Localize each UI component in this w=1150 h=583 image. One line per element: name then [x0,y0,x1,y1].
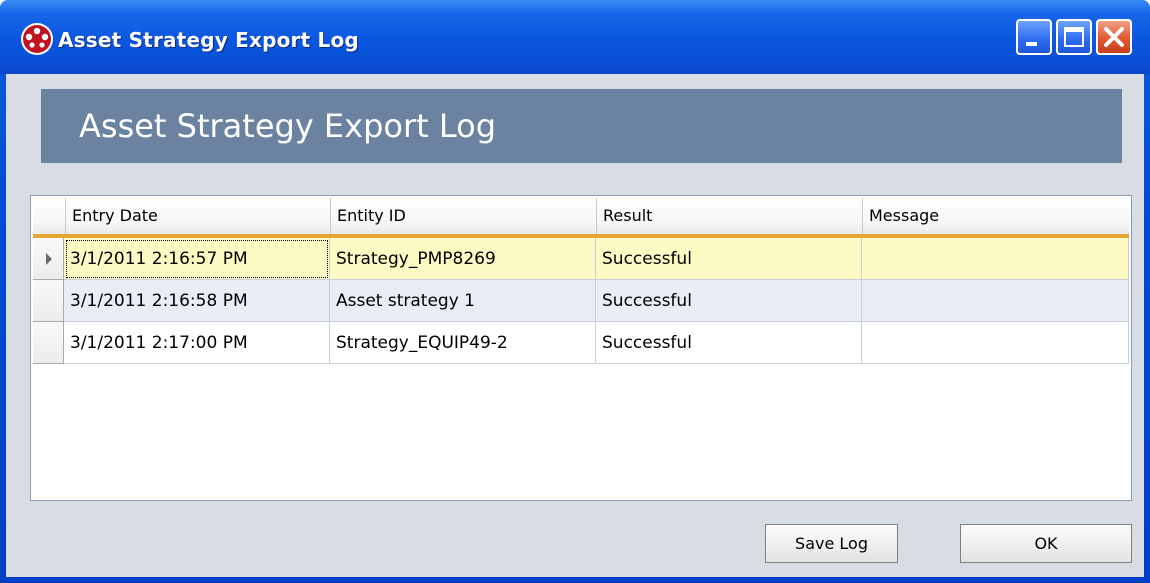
maximize-icon [1064,27,1084,47]
export-log-grid[interactable]: Entry Date Entity ID Result Message 3/1/… [30,195,1132,501]
ok-button[interactable]: OK [960,524,1132,563]
maximize-button[interactable] [1056,19,1092,55]
close-icon [1104,27,1124,47]
cell-entry-date[interactable]: 3/1/2011 2:16:58 PM [64,280,330,322]
cell-message[interactable] [862,280,1129,322]
table-row[interactable]: 3/1/2011 2:16:58 PM Asset strategy 1 Suc… [33,280,1129,322]
table-row[interactable]: 3/1/2011 2:16:57 PM Strategy_PMP8269 Suc… [33,238,1129,280]
grid-header-row: Entry Date Entity ID Result Message [33,198,1129,238]
row-selector[interactable] [33,280,64,322]
table-row[interactable]: 3/1/2011 2:17:00 PM Strategy_EQUIP49-2 S… [33,322,1129,364]
cell-message[interactable] [862,322,1129,364]
cell-result[interactable]: Successful [596,238,862,280]
window-title: Asset Strategy Export Log [58,28,359,52]
cell-entry-date[interactable]: 3/1/2011 2:17:00 PM [64,322,330,364]
page-title: Asset Strategy Export Log [79,107,496,145]
cell-result[interactable]: Successful [596,280,862,322]
cell-result[interactable]: Successful [596,322,862,364]
row-indicator-header [33,198,65,234]
cell-message[interactable] [862,238,1129,280]
minimize-icon [1026,42,1037,46]
app-logo-icon [21,23,53,55]
title-bar[interactable]: Asset Strategy Export Log [0,0,1150,74]
cell-entity-id[interactable]: Strategy_PMP8269 [330,238,596,280]
cell-entity-id[interactable]: Asset strategy 1 [330,280,596,322]
column-header-entry-date[interactable]: Entry Date [65,198,330,234]
current-row-arrow-icon [46,253,52,265]
cell-entry-date[interactable]: 3/1/2011 2:16:57 PM [64,238,330,280]
column-header-entity-id[interactable]: Entity ID [330,198,596,234]
close-button[interactable] [1096,19,1132,55]
row-selector[interactable] [33,238,64,280]
header-banner: Asset Strategy Export Log [41,89,1122,163]
row-selector[interactable] [33,322,64,364]
save-log-button[interactable]: Save Log [765,524,898,563]
dialog-window: Asset Strategy Export Log Asset Strategy… [0,0,1150,583]
cell-entity-id[interactable]: Strategy_EQUIP49-2 [330,322,596,364]
column-header-message[interactable]: Message [862,198,1129,234]
column-header-result[interactable]: Result [596,198,862,234]
dialog-client-area: Asset Strategy Export Log Entry Date Ent… [6,74,1144,577]
minimize-button[interactable] [1016,19,1052,55]
